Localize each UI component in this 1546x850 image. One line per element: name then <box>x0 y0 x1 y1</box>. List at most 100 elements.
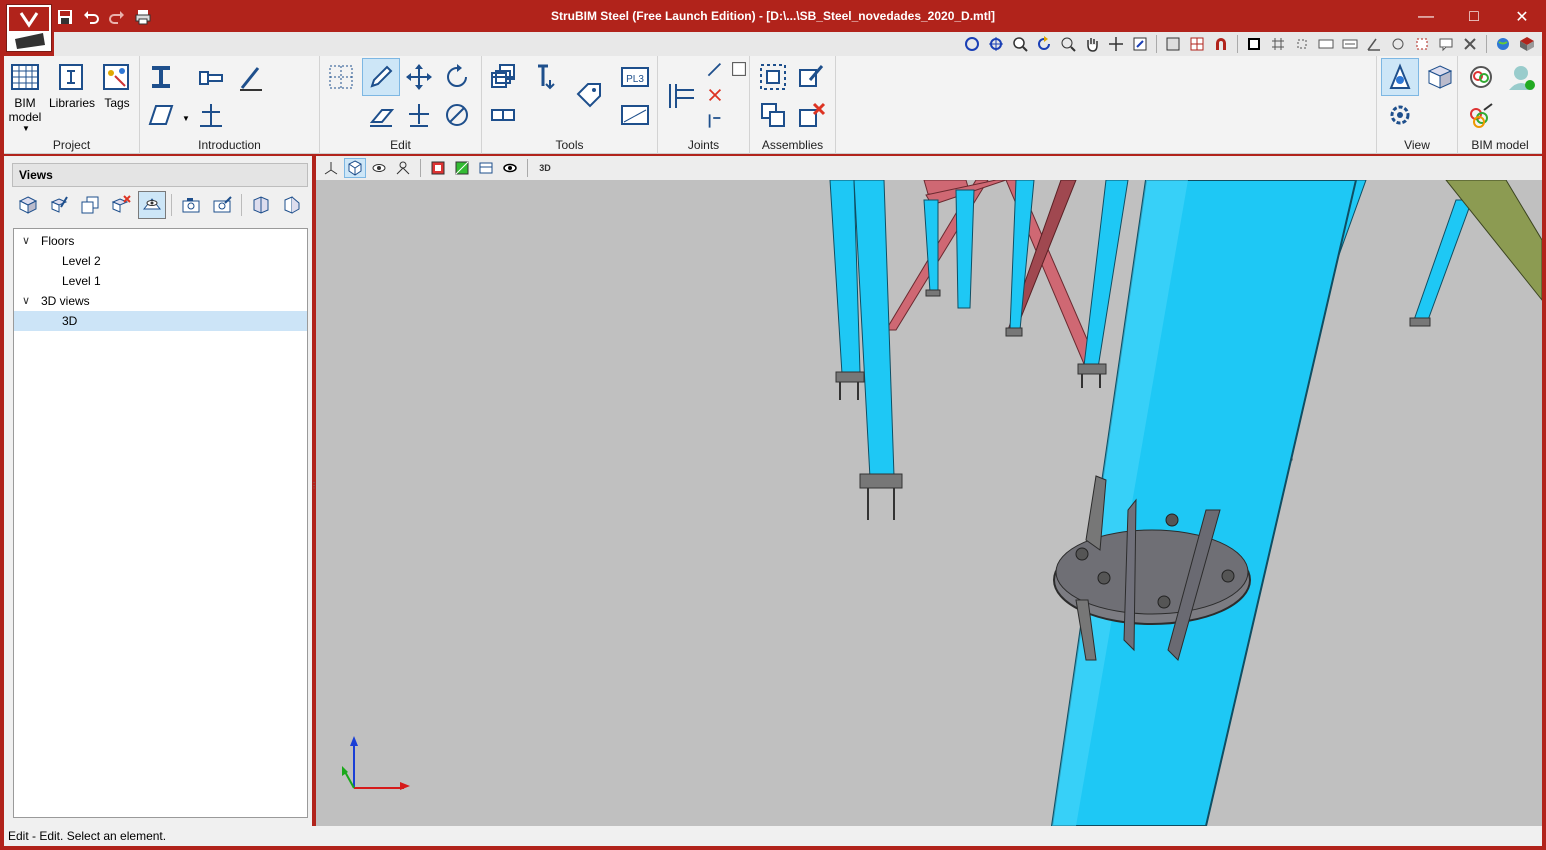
joint-delete-icon[interactable] <box>702 82 728 108</box>
layers-icon[interactable] <box>1162 34 1184 54</box>
chevron-down-icon[interactable]: ∨ <box>22 231 30 251</box>
view-cube-icon[interactable] <box>1421 58 1459 96</box>
move-icon[interactable] <box>400 58 438 96</box>
layers-view-icon[interactable] <box>475 158 497 178</box>
user-account-icon[interactable] <box>1502 58 1540 96</box>
chevron-down-icon[interactable]: ∨ <box>22 291 30 311</box>
weld-icon[interactable] <box>232 58 270 96</box>
bim-cube-icon[interactable] <box>1516 34 1538 54</box>
grid-dots-icon[interactable] <box>322 58 360 96</box>
pan-orbit-icon[interactable] <box>985 34 1007 54</box>
rotate-copy-icon[interactable] <box>438 96 476 134</box>
bim-model-icon[interactable] <box>6 58 44 96</box>
delete-view-icon[interactable] <box>107 191 135 219</box>
fit-view-icon[interactable] <box>1129 34 1151 54</box>
save-icon[interactable] <box>54 6 76 28</box>
copy-view-icon[interactable] <box>76 191 104 219</box>
libraries-label[interactable]: Libraries <box>48 96 96 110</box>
snap-points-icon[interactable] <box>1291 34 1313 54</box>
minimize-icon[interactable]: — <box>1402 0 1450 34</box>
refresh-view-icon[interactable] <box>1033 34 1055 54</box>
hand-pan-icon[interactable] <box>1081 34 1103 54</box>
axes-icon[interactable] <box>320 158 342 178</box>
grid-icon[interactable] <box>1267 34 1289 54</box>
edit-view-icon[interactable] <box>45 191 73 219</box>
join-icon[interactable] <box>484 96 522 134</box>
extend-icon[interactable] <box>526 58 564 96</box>
split-icon[interactable] <box>484 58 522 96</box>
close-icon[interactable]: ✕ <box>1498 0 1546 34</box>
assembly-add-icon[interactable] <box>754 96 792 134</box>
tree-node-level-2[interactable]: Level 2 <box>14 251 307 271</box>
hide-element-icon[interactable] <box>368 158 390 178</box>
tree-node-floors[interactable]: ∨ Floors <box>14 231 307 251</box>
bim-model-label[interactable]: BIM model <box>4 96 46 124</box>
bim-sync-icon[interactable] <box>1462 58 1500 96</box>
settings-gear-icon[interactable] <box>1381 96 1419 134</box>
tools-icon[interactable] <box>1459 34 1481 54</box>
colors-icon[interactable] <box>427 158 449 178</box>
solid-view-icon[interactable] <box>344 158 366 178</box>
assembly-delete-icon[interactable] <box>792 96 830 134</box>
edit-pencil-icon[interactable] <box>362 58 400 96</box>
assembly-edit-icon[interactable] <box>792 58 830 96</box>
move-view-icon[interactable] <box>1105 34 1127 54</box>
view-eye-icon[interactable] <box>138 191 166 219</box>
chevron-down-icon[interactable]: ▼ <box>22 124 30 133</box>
tag-label-icon[interactable] <box>570 76 608 114</box>
plate-icon[interactable] <box>142 96 180 134</box>
redo-icon[interactable] <box>106 6 128 28</box>
grid-snap-icon[interactable] <box>1186 34 1208 54</box>
joint-window-icon[interactable] <box>728 56 750 82</box>
maximize-icon[interactable]: □ <box>1450 0 1498 34</box>
section-box-icon[interactable] <box>247 191 275 219</box>
panel-splitter[interactable]: ⋮ <box>310 482 318 498</box>
eraser-icon[interactable] <box>362 96 400 134</box>
visibility-eye-icon[interactable] <box>499 158 521 178</box>
rotate-tool-icon[interactable] <box>438 58 476 96</box>
chevron-down-icon[interactable]: ▼ <box>182 114 190 123</box>
3d-viewport[interactable] <box>316 180 1542 826</box>
app-logo-icon[interactable] <box>6 4 52 52</box>
plate-drawing-icon[interactable] <box>616 96 654 134</box>
bolt-icon[interactable] <box>192 58 230 96</box>
copy-move-icon[interactable] <box>400 96 438 134</box>
3d-model-render[interactable] <box>316 180 1542 826</box>
materials-icon[interactable] <box>451 158 473 178</box>
steel-member-icon[interactable] <box>142 58 180 96</box>
view-3d-button[interactable]: 3D <box>534 158 556 178</box>
zoom-extents-icon[interactable] <box>1009 34 1031 54</box>
globe-icon[interactable] <box>1492 34 1514 54</box>
anchor-icon[interactable] <box>192 96 230 134</box>
isolate-element-icon[interactable] <box>392 158 414 178</box>
window-select-icon[interactable] <box>1243 34 1265 54</box>
tree-node-3d-views[interactable]: ∨ 3D views <box>14 291 307 311</box>
tree-node-3d[interactable]: 3D <box>14 311 307 331</box>
keyboard-icon[interactable] <box>1315 34 1337 54</box>
green-brace[interactable] <box>1445 180 1542 301</box>
scale-icon[interactable] <box>1339 34 1361 54</box>
libraries-icon[interactable] <box>52 58 90 96</box>
rotate-icon[interactable] <box>1387 34 1409 54</box>
undo-icon[interactable] <box>80 6 102 28</box>
plate-label-icon[interactable]: PL3 <box>616 58 654 96</box>
section-plane-icon[interactable] <box>278 191 306 219</box>
reference-icon[interactable] <box>1411 34 1433 54</box>
print-icon[interactable] <box>132 6 154 28</box>
camera-edit-icon[interactable] <box>208 191 236 219</box>
tags-icon[interactable] <box>97 58 135 96</box>
new-view-icon[interactable] <box>14 191 42 219</box>
angle-icon[interactable] <box>1363 34 1385 54</box>
camera-icon[interactable] <box>177 191 205 219</box>
joint-icon[interactable] <box>662 76 700 114</box>
bim-share-icon[interactable] <box>1462 96 1500 134</box>
joint-info-icon[interactable] <box>702 108 728 134</box>
zoom-window-icon[interactable] <box>1057 34 1079 54</box>
comment-icon[interactable] <box>1435 34 1457 54</box>
assembly-icon[interactable] <box>754 58 792 96</box>
joint-edit-icon[interactable] <box>702 56 728 82</box>
tags-label[interactable]: Tags <box>98 96 136 110</box>
magnet-icon[interactable] <box>1210 34 1232 54</box>
tree-node-level-1[interactable]: Level 1 <box>14 271 307 291</box>
view-visibility-icon[interactable] <box>1381 58 1419 96</box>
